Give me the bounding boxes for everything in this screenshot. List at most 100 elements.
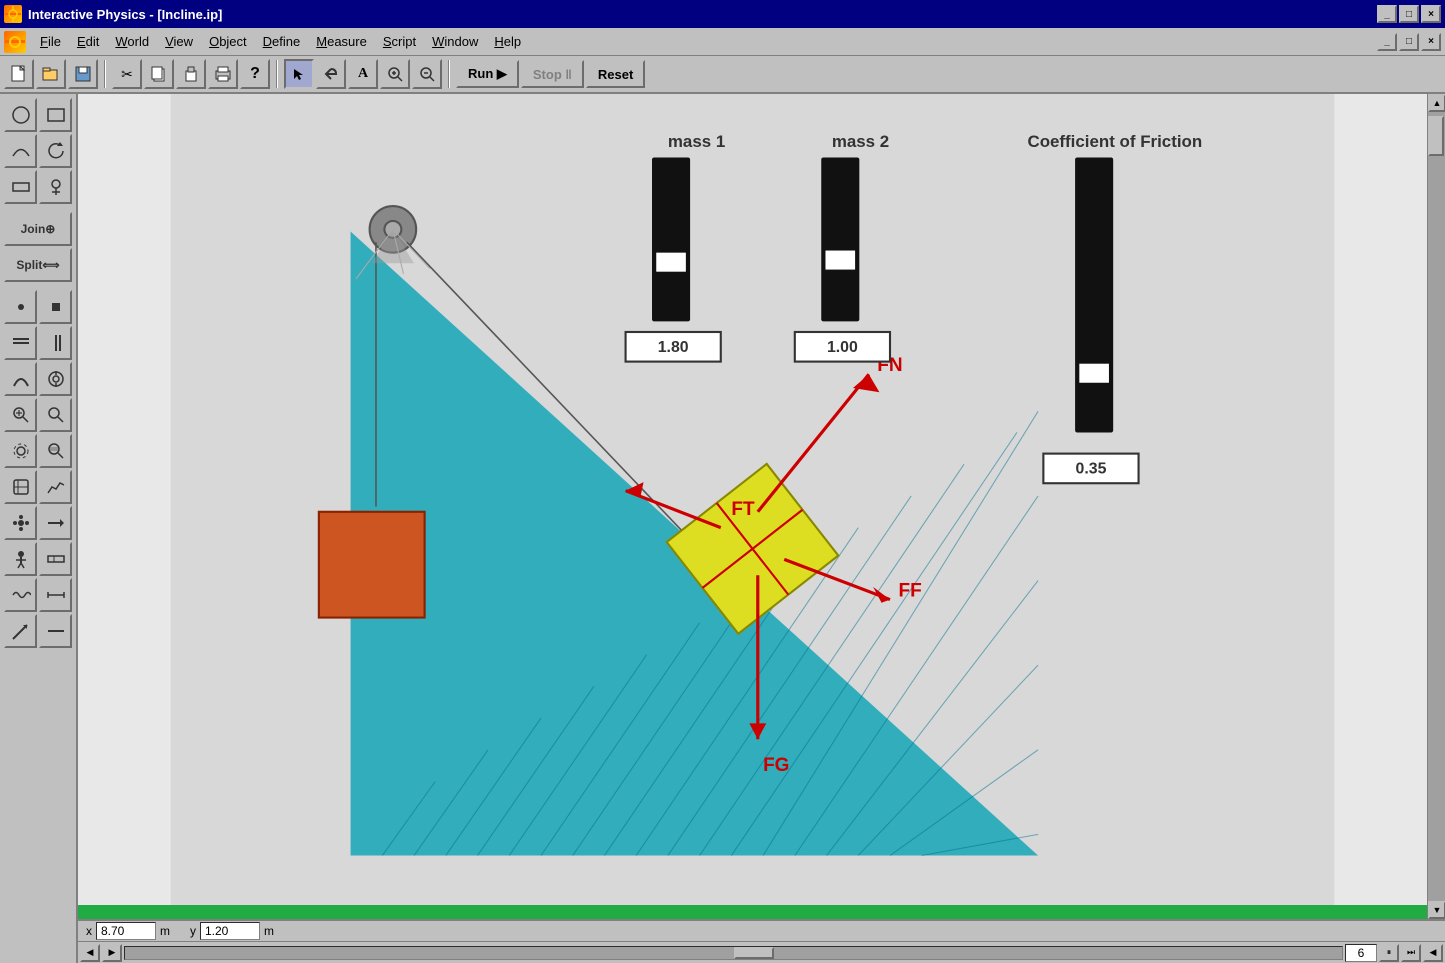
separator-1 bbox=[104, 60, 106, 88]
menu-view[interactable]: View bbox=[157, 31, 201, 52]
svg-text:1.80: 1.80 bbox=[658, 339, 689, 356]
run-button[interactable]: Run ▶ bbox=[456, 60, 519, 88]
menu-world[interactable]: World bbox=[107, 31, 157, 52]
mdi-close[interactable]: × bbox=[1421, 33, 1441, 51]
flat-tool[interactable] bbox=[39, 542, 72, 576]
person-tool[interactable] bbox=[4, 542, 37, 576]
measure-tool[interactable] bbox=[39, 578, 72, 612]
save-btn[interactable] bbox=[68, 59, 98, 89]
x-value[interactable] bbox=[96, 922, 156, 940]
title-controls[interactable]: _ □ × bbox=[1377, 5, 1441, 23]
target-tool[interactable] bbox=[39, 362, 72, 396]
svg-text:FT: FT bbox=[731, 499, 755, 520]
open-btn[interactable] bbox=[36, 59, 66, 89]
simulation-canvas[interactable]: FN FT FF FG bbox=[78, 94, 1427, 919]
pb-step-back-btn[interactable]: ⏸ bbox=[1379, 944, 1399, 962]
toolbox: Join⊕ Split⟺ bbox=[0, 94, 78, 963]
line-rect-tool[interactable] bbox=[4, 170, 37, 204]
line-tool[interactable] bbox=[39, 614, 72, 648]
close-btn[interactable]: × bbox=[1421, 5, 1441, 23]
svg-text:mass 1: mass 1 bbox=[668, 132, 725, 151]
maximize-btn[interactable]: □ bbox=[1399, 5, 1419, 23]
paste-btn[interactable] bbox=[176, 59, 206, 89]
small-rect-tool[interactable] bbox=[39, 290, 72, 324]
cog-tool[interactable] bbox=[4, 506, 37, 540]
main-layout: Join⊕ Split⟺ bbox=[0, 94, 1445, 963]
svg-text:Coefficient of Friction: Coefficient of Friction bbox=[1028, 132, 1203, 151]
anchor-tool[interactable] bbox=[39, 170, 72, 204]
gear-tool[interactable] bbox=[4, 434, 37, 468]
svg-text:FF: FF bbox=[898, 580, 921, 601]
undo-tool[interactable] bbox=[316, 59, 346, 89]
floor bbox=[78, 905, 1427, 919]
split-btn[interactable]: Split⟺ bbox=[4, 248, 72, 282]
menu-help[interactable]: Help bbox=[486, 31, 529, 52]
zoom2-tool[interactable] bbox=[39, 434, 72, 468]
zoom-in-tool[interactable] bbox=[380, 59, 410, 89]
new-btn[interactable] bbox=[4, 59, 34, 89]
copy-btn[interactable] bbox=[144, 59, 174, 89]
pb-slider-track[interactable] bbox=[124, 946, 1343, 960]
select-tool[interactable] bbox=[284, 59, 314, 89]
separator-3 bbox=[448, 60, 450, 88]
menu-measure[interactable]: Measure bbox=[308, 31, 375, 52]
stop-button[interactable]: Stop ‖ bbox=[521, 60, 584, 88]
zoom-out-tool[interactable] bbox=[412, 59, 442, 89]
pb-slider-thumb[interactable] bbox=[734, 947, 774, 959]
menu-app-icon bbox=[4, 31, 26, 53]
pb-frame-value[interactable] bbox=[1345, 944, 1377, 962]
pb-next-btn[interactable]: ◀ bbox=[1423, 944, 1443, 962]
gear2-tool[interactable] bbox=[4, 470, 37, 504]
circle-tool[interactable] bbox=[4, 98, 37, 132]
zoom-select2-tool[interactable] bbox=[39, 398, 72, 432]
svg-text:0.35: 0.35 bbox=[1076, 461, 1107, 478]
wave-tool[interactable] bbox=[4, 578, 37, 612]
separator-2 bbox=[276, 60, 278, 88]
diag-arrow-tool[interactable] bbox=[4, 614, 37, 648]
scroll-down-btn[interactable]: ▼ bbox=[1428, 901, 1445, 919]
scroll-up-btn[interactable]: ▲ bbox=[1428, 94, 1445, 112]
x-label: x bbox=[86, 924, 92, 938]
svg-text:FG: FG bbox=[763, 755, 789, 776]
arc-tool[interactable] bbox=[4, 362, 37, 396]
rotate-tool[interactable] bbox=[39, 134, 72, 168]
hline-tool[interactable] bbox=[4, 326, 37, 360]
svg-text:1.00: 1.00 bbox=[827, 339, 858, 356]
scroll-track[interactable] bbox=[1428, 112, 1445, 507]
point-tool[interactable] bbox=[4, 290, 37, 324]
cut-btn[interactable]: ✂ bbox=[112, 59, 142, 89]
right-scrollbar[interactable]: ▲ ▼ bbox=[1427, 94, 1445, 919]
arrow-right-tool[interactable] bbox=[39, 506, 72, 540]
graph-tool[interactable] bbox=[39, 470, 72, 504]
vline-tool[interactable] bbox=[39, 326, 72, 360]
coord-bar: x m y m bbox=[78, 919, 1445, 941]
text-tool[interactable]: A bbox=[348, 59, 378, 89]
bottom-bar: x m y m ◀ ▶ ⏸ ⏭ ◀ bbox=[78, 919, 1445, 963]
mdi-minimize[interactable]: _ bbox=[1377, 33, 1397, 51]
app-title: Interactive Physics - [Incline.ip] bbox=[28, 7, 222, 22]
join-btn[interactable]: Join⊕ bbox=[4, 212, 72, 246]
help-btn[interactable]: ? bbox=[240, 59, 270, 89]
curve-tool[interactable] bbox=[4, 134, 37, 168]
y-value[interactable] bbox=[200, 922, 260, 940]
pb-play-btn[interactable]: ▶ bbox=[102, 944, 122, 962]
menu-window[interactable]: Window bbox=[424, 31, 486, 52]
playback-bar: ◀ ▶ ⏸ ⏭ ◀ bbox=[78, 941, 1445, 963]
reset-button[interactable]: Reset bbox=[586, 60, 645, 88]
zoom-select-tool[interactable] bbox=[4, 398, 37, 432]
scroll-thumb[interactable] bbox=[1428, 116, 1444, 156]
menu-file[interactable]: File bbox=[32, 31, 69, 52]
print-btn[interactable] bbox=[208, 59, 238, 89]
y-unit: m bbox=[264, 924, 274, 938]
title-bar: Interactive Physics - [Incline.ip] _ □ × bbox=[0, 0, 1445, 28]
minimize-btn[interactable]: _ bbox=[1377, 5, 1397, 23]
pb-prev-btn[interactable]: ◀ bbox=[80, 944, 100, 962]
y-label: y bbox=[190, 924, 196, 938]
rect-tool[interactable] bbox=[39, 98, 72, 132]
menu-edit[interactable]: Edit bbox=[69, 31, 107, 52]
mdi-maximize[interactable]: □ bbox=[1399, 33, 1419, 51]
menu-object[interactable]: Object bbox=[201, 31, 255, 52]
menu-script[interactable]: Script bbox=[375, 31, 424, 52]
pb-step-fwd-btn[interactable]: ⏭ bbox=[1401, 944, 1421, 962]
menu-define[interactable]: Define bbox=[255, 31, 309, 52]
